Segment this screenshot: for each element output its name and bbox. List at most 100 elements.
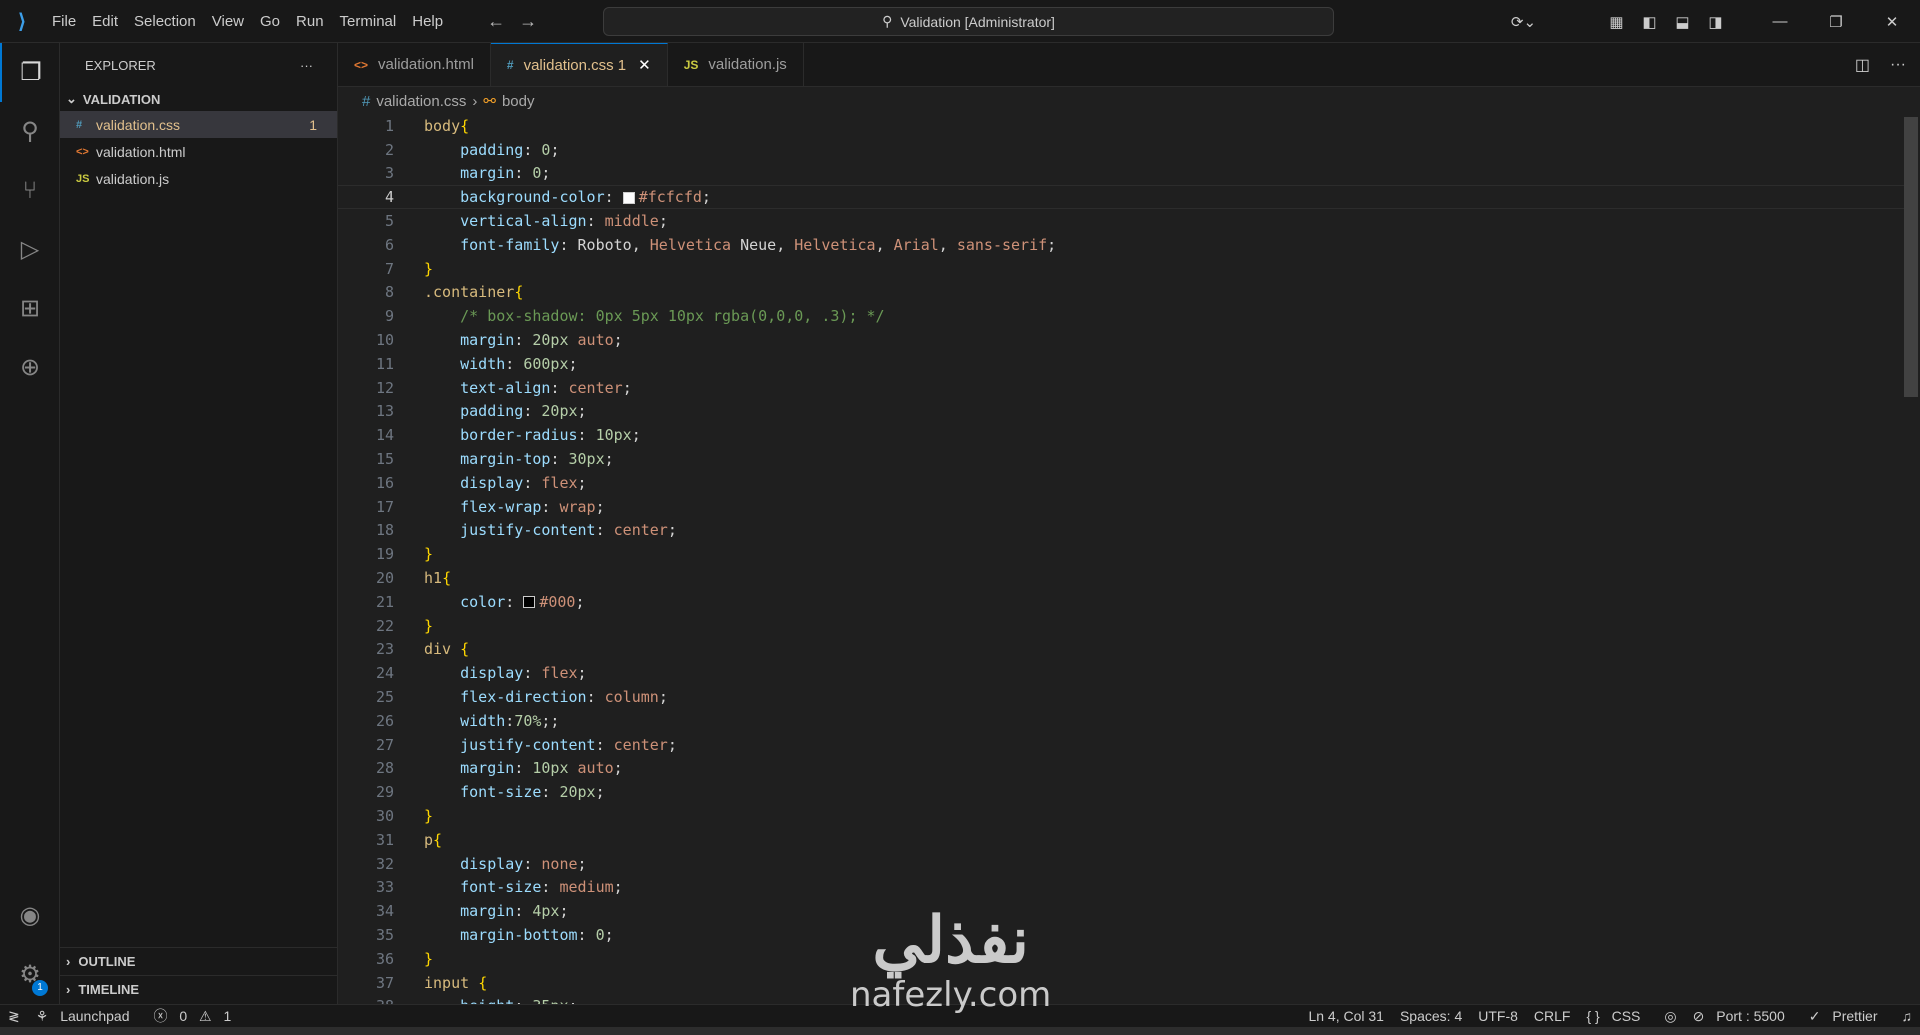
code-token: ; xyxy=(559,902,569,921)
code-token: width xyxy=(460,711,506,730)
menu-item-selection[interactable]: Selection xyxy=(134,13,196,30)
more-actions-icon[interactable]: ··· xyxy=(300,58,313,73)
launchpad-item[interactable]: ⚘ Launchpad xyxy=(36,1008,138,1025)
forward-icon[interactable]: → xyxy=(519,11,551,31)
code-line: 13 padding: 20px; xyxy=(338,400,1904,424)
code-token: medium xyxy=(559,878,614,897)
menu-item-help[interactable]: Help xyxy=(412,13,443,30)
copilot-status-icon[interactable]: ◎ xyxy=(1664,1008,1676,1025)
toggle-secondary-sidebar-icon[interactable]: ◨ xyxy=(1699,13,1732,31)
indentation[interactable]: Spaces: 4 xyxy=(1400,1008,1462,1025)
code-content: margin-bottom: 0; xyxy=(394,926,614,944)
menu-item-go[interactable]: Go xyxy=(260,13,280,30)
code-token: Helvetica xyxy=(649,235,732,254)
file-item[interactable]: # validation.css 1 xyxy=(60,111,337,138)
notifications-bell-icon[interactable]: ♫ xyxy=(1902,1008,1913,1025)
line-number: 10 xyxy=(375,331,394,350)
code-token: center xyxy=(613,735,668,754)
problems-item[interactable]: ⓧ 0 ⚠ 1 xyxy=(153,1006,239,1026)
more-actions-icon[interactable]: ··· xyxy=(1890,56,1906,74)
tab-validation.js[interactable]: JS validation.js xyxy=(668,43,804,86)
run-debug-icon[interactable]: ▷ xyxy=(0,220,60,279)
code-line: 9 /* box-shadow: 0px 5px 10px rgba(0,0,0… xyxy=(338,304,1904,328)
settings-gear-icon[interactable]: ⚙ 1 xyxy=(0,945,60,1004)
minimize-button[interactable]: — xyxy=(1752,13,1808,31)
code-token: ; xyxy=(1047,235,1057,254)
code-token: auto xyxy=(577,331,614,350)
code-token: #fcfcfd xyxy=(638,188,702,207)
color-swatch[interactable] xyxy=(523,596,536,609)
menu-item-view[interactable]: View xyxy=(212,13,244,30)
code-line: 25 flex-direction: column; xyxy=(338,685,1904,709)
line-number: 14 xyxy=(375,426,394,445)
code-token: 70% xyxy=(514,711,542,730)
prettier-status[interactable]: ✓ Prettier xyxy=(1809,1008,1886,1025)
breadcrumb-file[interactable]: validation.css xyxy=(376,93,466,110)
code-content: justify-content: center; xyxy=(394,521,677,539)
folder-validation[interactable]: ⌄ VALIDATION xyxy=(60,87,337,111)
line-number: 24 xyxy=(375,664,394,683)
code-token: margin xyxy=(460,902,515,921)
search-view-icon[interactable]: ⚲ xyxy=(0,102,60,161)
extensions-icon[interactable]: ⊞ xyxy=(0,279,60,338)
file-item[interactable]: JS validation.js xyxy=(60,165,337,192)
code-line: 2 padding: 0; xyxy=(338,138,1904,162)
menu-item-terminal[interactable]: Terminal xyxy=(340,13,397,30)
encoding[interactable]: UTF-8 xyxy=(1478,1008,1518,1025)
code-token: p xyxy=(424,830,434,849)
nav-arrows[interactable]: ←→ xyxy=(487,11,551,32)
file-item[interactable]: <> validation.html xyxy=(60,138,337,165)
line-number: 8 xyxy=(384,283,394,302)
tab-validation.css[interactable]: # validation.css 1 ✕ xyxy=(490,43,668,86)
copilot-icon[interactable]: ⟳⌄ xyxy=(1507,13,1540,31)
code-token: font-size xyxy=(460,783,542,802)
code-line: 35 margin-bottom: 0; xyxy=(338,923,1904,947)
cursor-position[interactable]: Ln 4, Col 31 xyxy=(1308,1008,1384,1025)
code-token: #000 xyxy=(539,592,576,611)
code-line: 14 border-radius: 10px; xyxy=(338,423,1904,447)
timeline-section[interactable]: › TIMELINE xyxy=(60,975,338,1003)
launchpad-label: Launchpad xyxy=(60,1007,130,1024)
code-token: , xyxy=(938,235,957,254)
toggle-panel-icon[interactable]: ⬓ xyxy=(1666,13,1699,31)
code-content: flex-direction: column; xyxy=(394,688,668,706)
menu-item-file[interactable]: File xyxy=(52,13,76,30)
close-window-button[interactable]: ✕ xyxy=(1864,13,1920,31)
breadcrumb-symbol[interactable]: body xyxy=(502,93,535,110)
color-swatch[interactable] xyxy=(622,191,635,204)
code-editor[interactable]: 1 body{2 padding: 0; 3 margin: 0; 4 backgro… xyxy=(338,114,1904,1004)
command-center-search[interactable]: ⚲ Validation [Administrator] xyxy=(603,7,1334,36)
code-content: .container{ xyxy=(394,283,523,301)
code-line: 27 justify-content: center; xyxy=(338,733,1904,757)
language-mode[interactable]: { } CSS xyxy=(1586,1008,1648,1025)
code-token: : xyxy=(550,378,569,397)
code-token: ; xyxy=(575,592,585,611)
line-ending[interactable]: CRLF xyxy=(1534,1008,1571,1025)
menu-item-run[interactable]: Run xyxy=(296,13,324,30)
editor-scrollbar[interactable] xyxy=(1904,117,1918,397)
code-token: body xyxy=(424,116,461,135)
explorer-icon[interactable]: ❐ xyxy=(0,43,60,102)
customize-layout-icon[interactable]: ▦ xyxy=(1600,13,1633,31)
line-number: 20 xyxy=(375,569,394,588)
close-tab-icon[interactable]: ✕ xyxy=(638,56,651,74)
restore-button[interactable]: ❐ xyxy=(1808,13,1864,31)
live-server-port[interactable]: ⊘ Port : 5500 xyxy=(1693,1008,1793,1025)
line-number: 6 xyxy=(384,235,394,254)
source-control-icon[interactable]: ⑂ xyxy=(0,161,60,220)
split-editor-icon[interactable]: ◫ xyxy=(1855,55,1870,75)
git-graph-icon[interactable]: ⊕ xyxy=(0,338,60,397)
tab-validation.html[interactable]: <> validation.html xyxy=(338,43,491,86)
toggle-sidebar-icon[interactable]: ◧ xyxy=(1633,13,1666,31)
remote-icon[interactable]: ≷ xyxy=(8,1008,20,1025)
code-token: { xyxy=(514,283,524,302)
code-line: 7} xyxy=(338,257,1904,281)
code-token: ; xyxy=(604,925,614,944)
outline-section[interactable]: › OUTLINE xyxy=(60,947,338,975)
line-number: 7 xyxy=(384,259,394,278)
code-token: margin xyxy=(460,331,515,350)
back-icon[interactable]: ← xyxy=(487,11,519,31)
accounts-icon[interactable]: ◉ xyxy=(0,886,60,945)
menu-item-edit[interactable]: Edit xyxy=(92,13,118,30)
